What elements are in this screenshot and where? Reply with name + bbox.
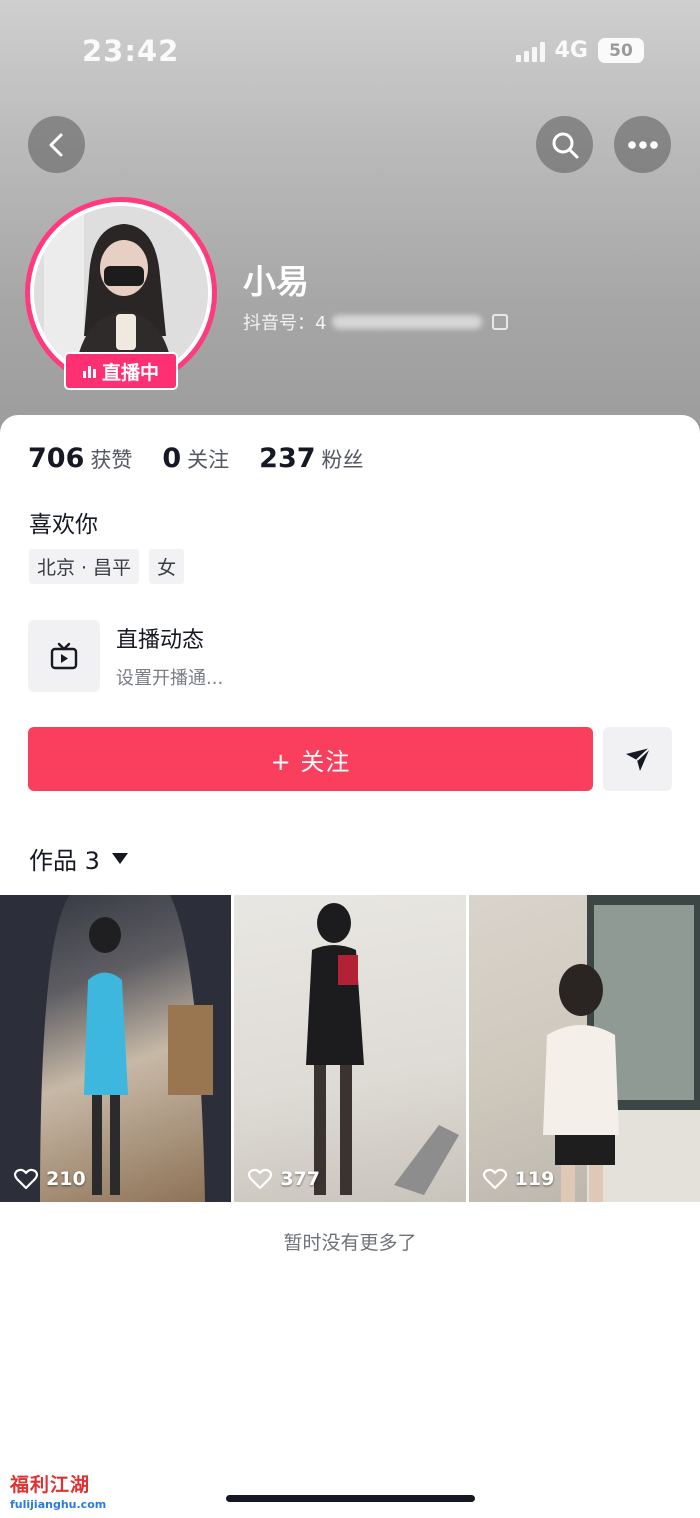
share-button[interactable] <box>603 727 672 791</box>
work-likes: 210 <box>14 1168 86 1190</box>
tag-location: 北京 · 昌平 <box>29 549 140 584</box>
work-item[interactable]: 377 <box>234 895 466 1202</box>
stat-label: 粉丝 <box>321 448 364 472</box>
back-button[interactable] <box>28 116 85 173</box>
more-button[interactable] <box>614 116 671 173</box>
stat-value: 237 <box>259 443 316 474</box>
tv-icon <box>50 642 78 670</box>
network-type: 4G <box>554 38 588 63</box>
heart-icon <box>14 1168 38 1190</box>
work-likes: 377 <box>248 1168 320 1190</box>
status-time: 23:42 <box>82 34 180 68</box>
heart-icon <box>482 1168 507 1190</box>
work-thumbnail <box>542 895 700 1202</box>
stat-following[interactable]: 0 关注 <box>162 443 229 474</box>
tag-gender: 女 <box>149 549 185 584</box>
status-indicators: 4G 50 <box>515 38 644 63</box>
profile-header-background: 23:42 4G 50 直播中 小易 抖音号：4 <box>0 0 700 440</box>
stat-label: 关注 <box>187 448 230 472</box>
stat-value: 0 <box>162 443 182 474</box>
home-indicator[interactable] <box>226 1495 475 1502</box>
live-bars-icon <box>82 364 96 378</box>
end-of-list-text: 暂时没有更多了 <box>283 1232 417 1254</box>
works-tab[interactable]: 作品 3 <box>29 841 128 876</box>
work-likes-count: 119 <box>514 1168 555 1190</box>
live-dynamic-entry[interactable]: 直播动态 设置开播通... <box>28 620 223 692</box>
more-dots-icon <box>627 140 658 149</box>
work-thumbnail <box>0 895 232 1202</box>
live-dynamic-subtitle: 设置开播通... <box>116 668 224 689</box>
work-likes-count: 210 <box>46 1168 86 1190</box>
profile-bio: 喜欢你 <box>29 512 98 538</box>
copy-icon[interactable] <box>492 314 509 330</box>
work-item[interactable]: 119 <box>468 895 700 1202</box>
work-likes-count: 377 <box>280 1168 320 1190</box>
stat-label: 获赞 <box>90 448 133 472</box>
douyin-id[interactable]: 抖音号：4 <box>243 309 509 335</box>
nickname: 小易 <box>243 262 309 301</box>
watermark-text: 福利江湖 <box>10 1474 91 1496</box>
work-item[interactable]: 210 <box>0 895 232 1202</box>
search-button[interactable] <box>536 116 593 173</box>
battery-indicator: 50 <box>598 38 644 63</box>
douyin-id-label: 抖音号：4 <box>243 313 327 334</box>
tv-icon-box <box>28 620 100 692</box>
work-thumbnail <box>306 903 460 1195</box>
watermark-url: fulijianghu.com <box>10 1498 107 1511</box>
live-badge-label: 直播中 <box>101 361 159 384</box>
douyin-id-redacted <box>332 315 483 329</box>
works-grid: 210 377 119 <box>0 895 700 1202</box>
profile-stats: 706 获赞 0 关注 237 粉丝 <box>28 443 394 474</box>
stat-followers[interactable]: 237 粉丝 <box>259 443 363 474</box>
search-icon <box>552 132 578 158</box>
heart-icon <box>248 1168 273 1190</box>
follow-button[interactable]: + 关注 <box>28 727 593 791</box>
profile-tags: 北京 · 昌平 女 <box>29 549 185 584</box>
caret-down-icon <box>111 853 128 864</box>
stat-likes[interactable]: 706 获赞 <box>28 443 132 474</box>
signal-icon <box>515 40 545 62</box>
live-dynamic-title: 直播动态 <box>116 628 205 653</box>
stat-value: 706 <box>28 443 85 474</box>
send-icon <box>625 747 651 771</box>
chevron-left-icon <box>49 133 62 156</box>
watermark-logo: 福利江湖 fulijianghu.com <box>10 1470 106 1511</box>
works-label: 作品 3 <box>29 847 100 875</box>
work-likes: 119 <box>482 1168 555 1190</box>
live-badge[interactable]: 直播中 <box>64 352 178 390</box>
